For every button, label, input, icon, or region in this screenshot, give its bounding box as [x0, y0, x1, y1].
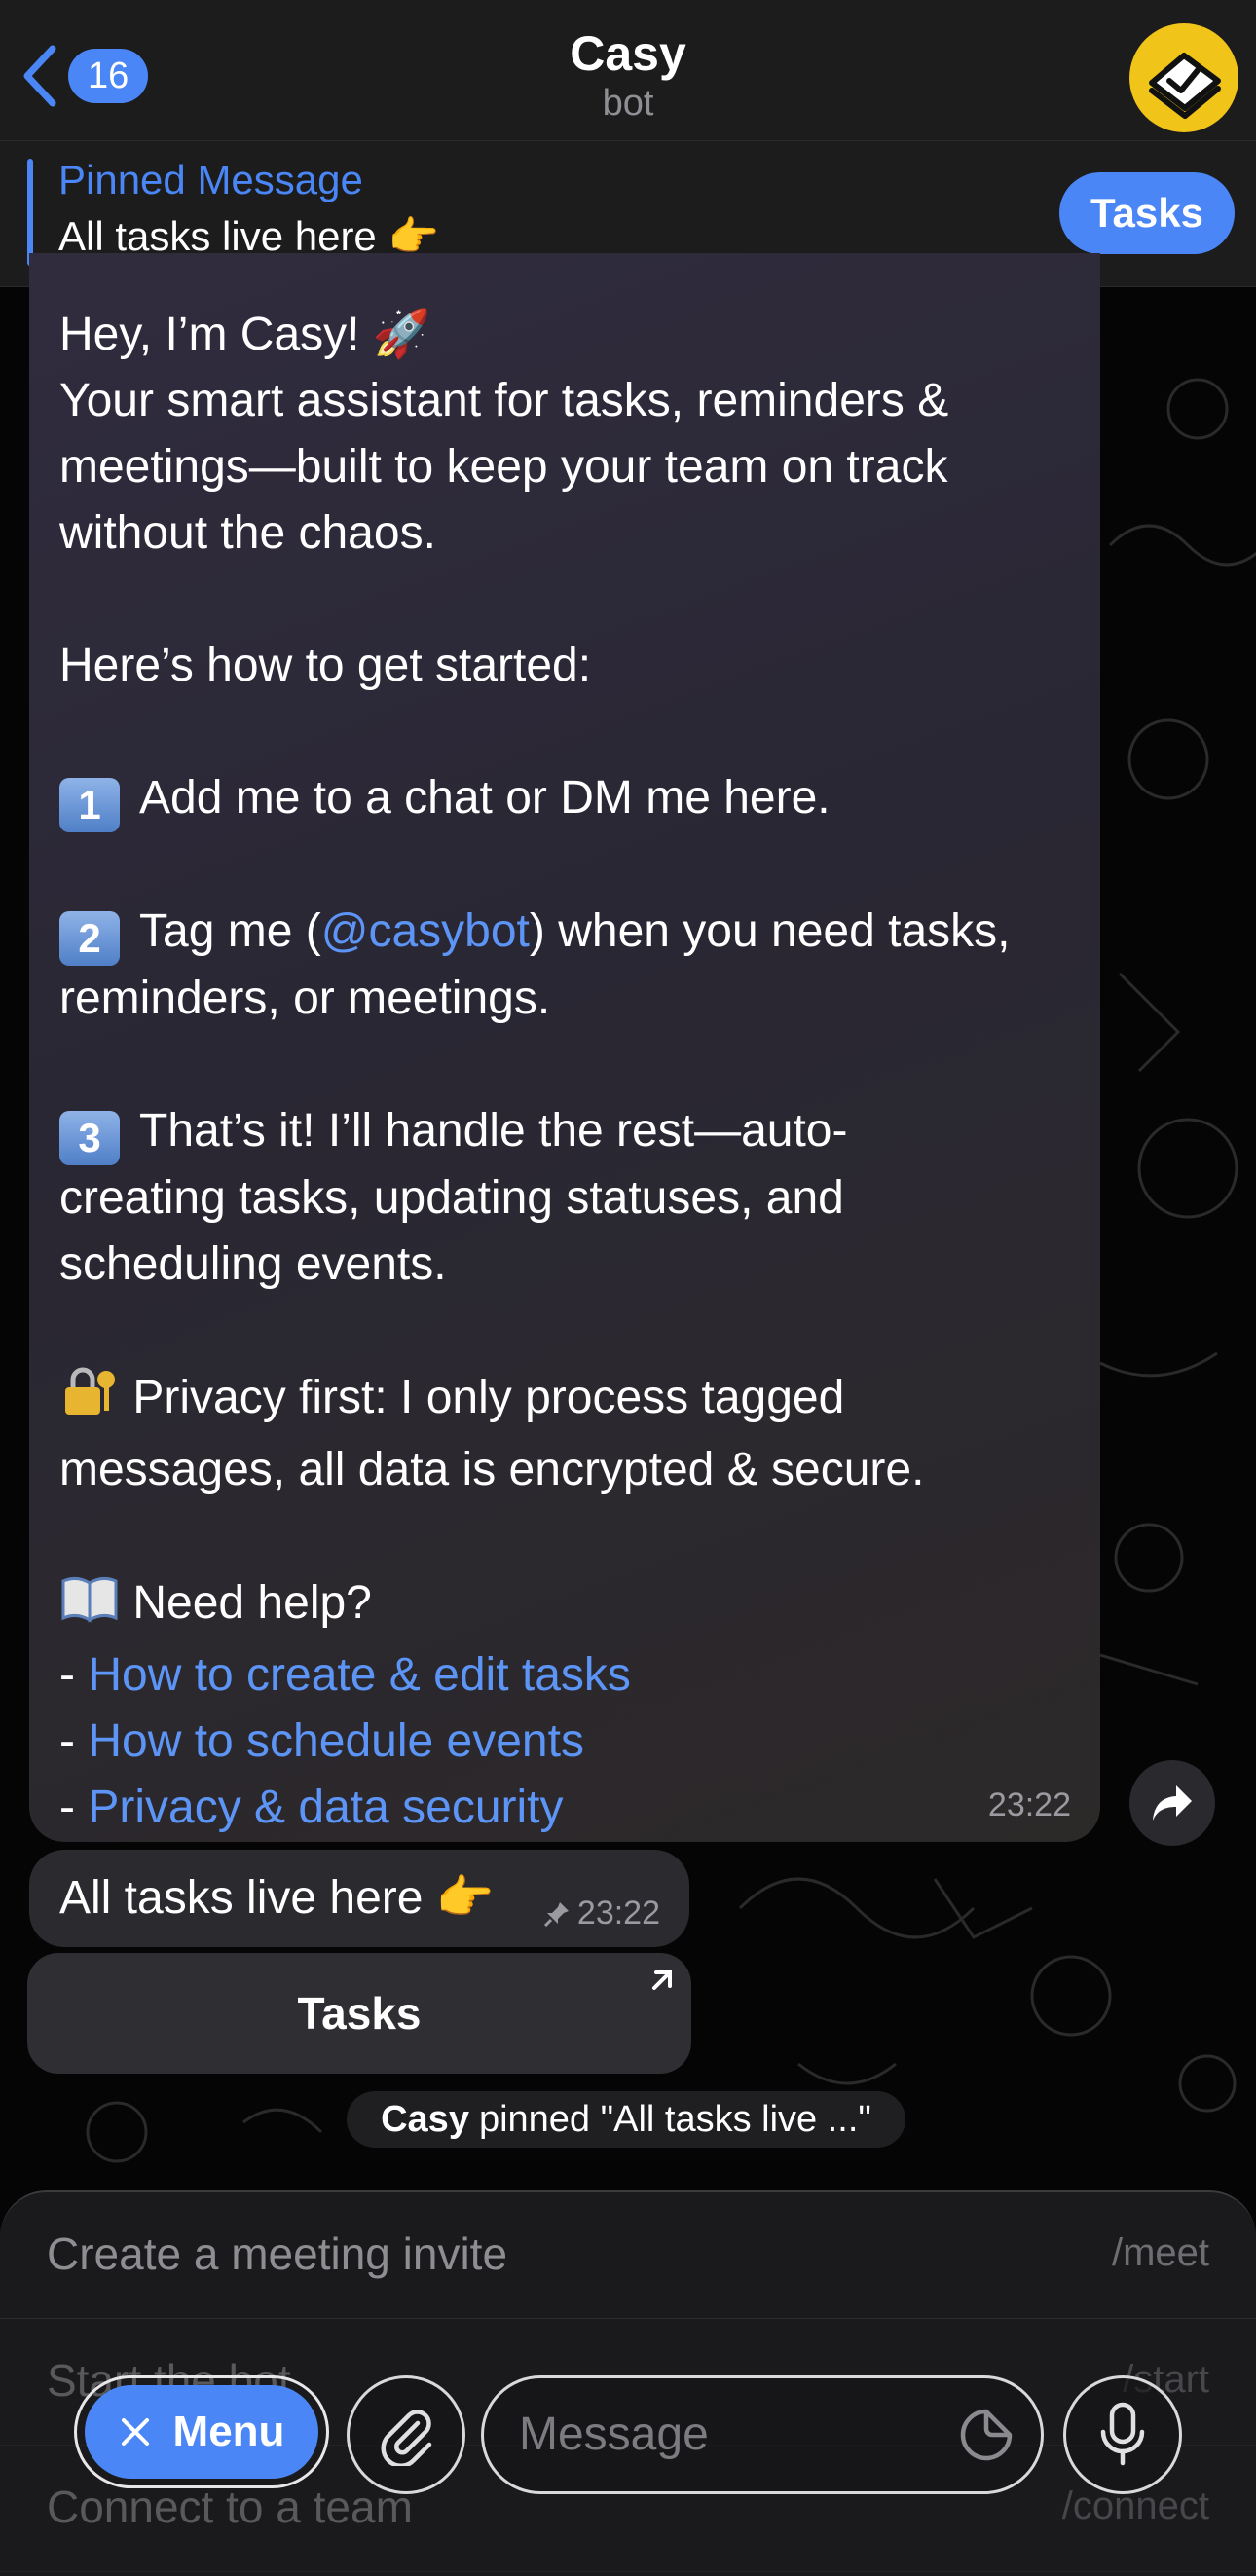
- help-link-tasks[interactable]: How to create & edit tasks: [88, 1649, 631, 1701]
- attach-button[interactable]: [347, 2375, 465, 2494]
- keycap-two-icon: 2: [59, 911, 120, 966]
- message-line: Your smart assistant for tasks, reminder…: [59, 375, 949, 426]
- back-button[interactable]: 16: [19, 43, 149, 109]
- message-text: All tasks live here 👉: [59, 1872, 495, 1924]
- service-text: pinned "All tasks live ...": [478, 2098, 871, 2140]
- message-line: Here’s how to get started:: [59, 640, 592, 691]
- service-message: Casy pinned "All tasks live ...": [347, 2091, 905, 2148]
- help-link-privacy[interactable]: Privacy & data security: [88, 1782, 563, 1833]
- menu-label: Menu: [172, 2408, 285, 2455]
- bot-mention-link[interactable]: @casybot: [321, 905, 530, 957]
- lock-with-key-icon: [59, 1364, 120, 1437]
- message-placeholder: Message: [519, 2409, 709, 2460]
- command-item-meet[interactable]: Create a meeting invite /meet: [0, 2192, 1256, 2319]
- task-check-logo-icon: [1149, 53, 1221, 119]
- keycap-three-icon: 3: [59, 1111, 120, 1165]
- voice-record-button[interactable]: [1063, 2375, 1182, 2494]
- service-actor: Casy: [381, 2098, 469, 2140]
- chat-subtitle: bot: [602, 83, 654, 124]
- unread-count-badge: 16: [68, 49, 149, 103]
- chat-header: 16 Casy bot: [0, 0, 1256, 141]
- chevron-left-icon: [23, 45, 56, 107]
- share-arrow-icon: [1153, 1785, 1192, 1821]
- message-line: scheduling events.: [59, 1238, 447, 1290]
- forward-button[interactable]: [1129, 1760, 1215, 1846]
- microphone-icon: [1100, 2402, 1145, 2466]
- message-time: 23:22: [987, 1786, 1071, 1823]
- pinned-tasks-button[interactable]: Tasks: [1059, 172, 1235, 254]
- help-link-row: - Privacy & data security: [59, 1782, 564, 1833]
- chat-title-block[interactable]: Casy bot: [336, 25, 920, 125]
- step-1-line: 1 Add me to a chat or DM me here.: [59, 765, 1071, 832]
- chat-title: Casy: [570, 26, 686, 81]
- pinned-bot-message: All tasks live here 👉 23:22: [29, 1850, 689, 1947]
- close-icon: [121, 2418, 149, 2446]
- pinned-indicator: [27, 159, 33, 266]
- avatar[interactable]: [1129, 23, 1238, 132]
- pin-icon: [543, 1901, 569, 1927]
- paperclip-icon: [381, 2410, 432, 2466]
- inline-tasks-button[interactable]: Tasks: [27, 1953, 691, 2074]
- open-book-icon: [59, 1569, 120, 1642]
- open-link-arrow-icon: [652, 1970, 672, 1990]
- message-line: creating tasks, updating statuses, and: [59, 1172, 844, 1224]
- sticker-icon[interactable]: [957, 2406, 1016, 2469]
- step-3-line: 3 That’s it! I’ll handle the rest—auto-: [59, 1098, 1071, 1165]
- step-2-line: 2 Tag me (@casybot) when you need tasks,: [59, 899, 1071, 966]
- message-line: without the chaos.: [59, 507, 436, 559]
- help-link-row: - How to schedule events: [59, 1715, 584, 1767]
- message-line: Hey, I’m Casy! 🚀: [59, 309, 431, 360]
- message-line: messages, all data is encrypted & secure…: [59, 1444, 925, 1495]
- message-line: reminders, or meetings.: [59, 973, 551, 1024]
- keycap-one-icon: 1: [59, 778, 120, 832]
- help-link-events[interactable]: How to schedule events: [88, 1715, 584, 1767]
- message-line: meetings—built to keep your team on trac…: [59, 441, 948, 493]
- pinned-title: Pinned Message: [58, 157, 363, 202]
- message-meta: 23:22: [542, 1895, 660, 1932]
- inline-button-label: Tasks: [297, 1988, 422, 2039]
- message-input[interactable]: Message: [481, 2375, 1044, 2494]
- privacy-line: Privacy first: I only process tagged: [59, 1364, 1071, 1437]
- help-link-row: - How to create & edit tasks: [59, 1649, 631, 1701]
- bot-welcome-message: Hey, I’m Casy! 🚀 Your smart assistant fo…: [29, 253, 1100, 1842]
- menu-button-inner: Menu: [85, 2385, 318, 2479]
- menu-button[interactable]: Menu: [74, 2375, 329, 2488]
- help-line: Need help?: [59, 1569, 1071, 1642]
